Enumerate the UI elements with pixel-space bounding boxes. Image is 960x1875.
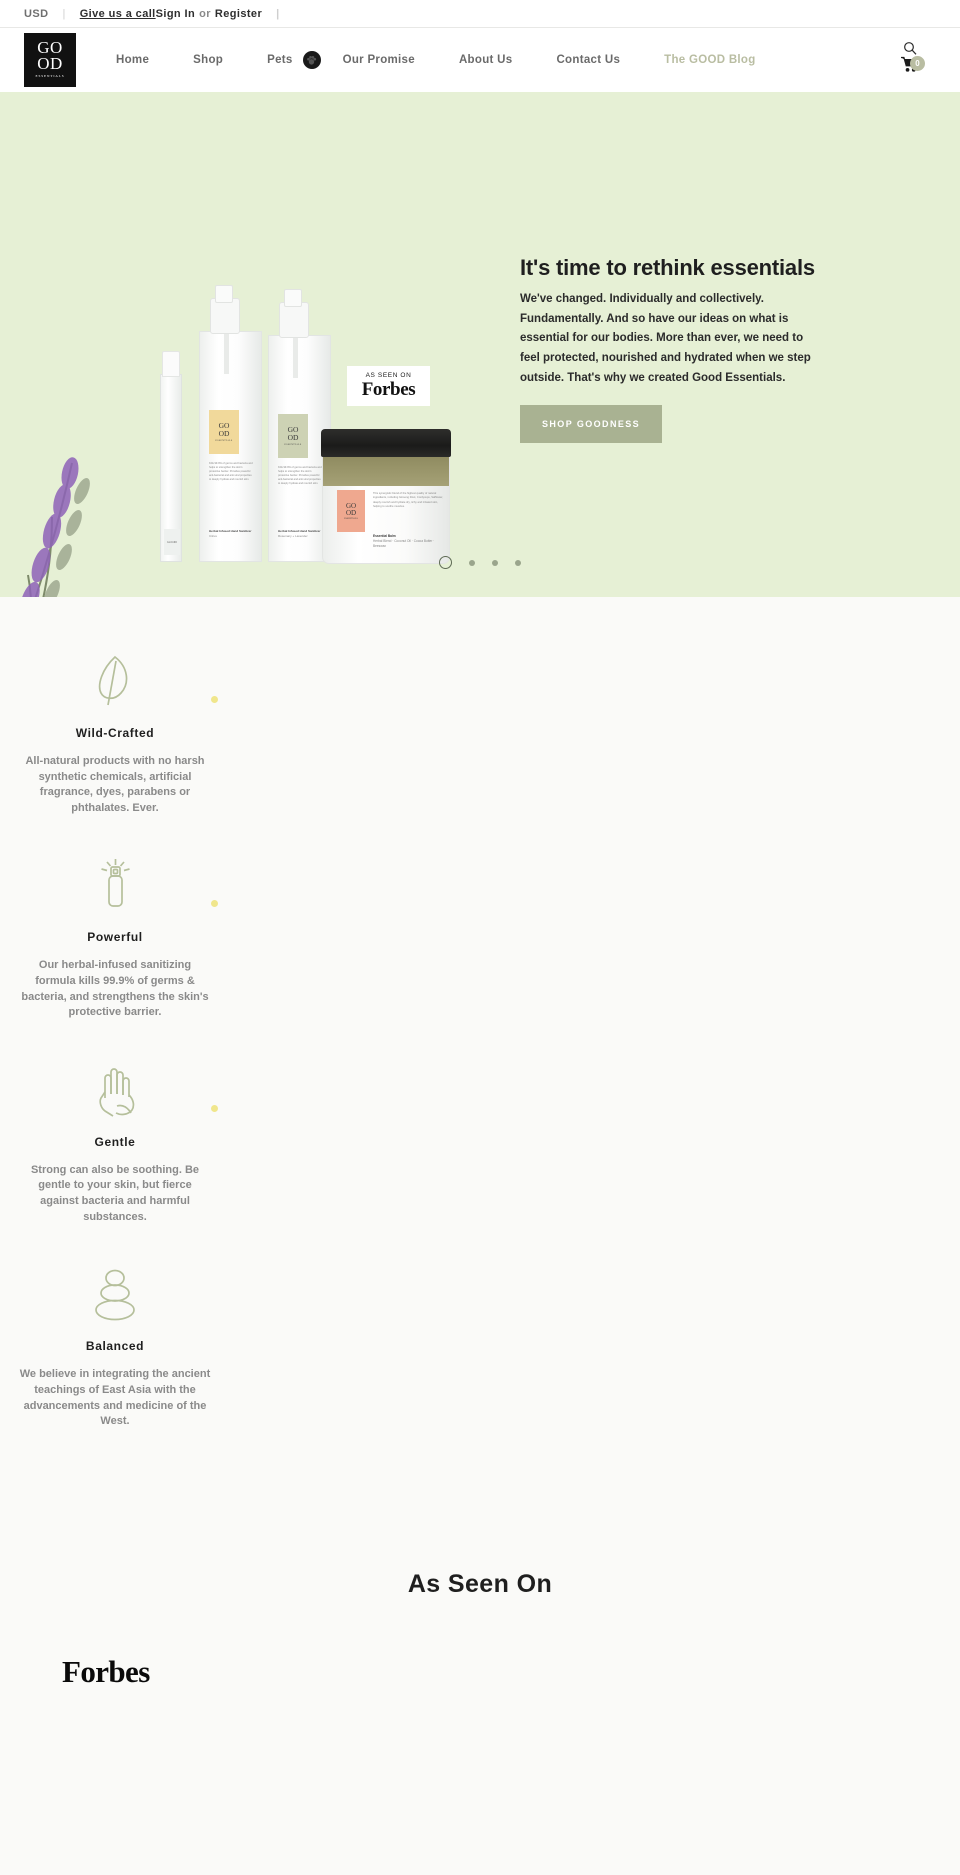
- hero-banner: GO OD GO OD ESSENTIALS Kills 99.9% of ge…: [0, 92, 960, 597]
- citrus-brand-bottom: OD: [218, 429, 230, 438]
- balm-variant: Herbal Blend · Coconut Oil · Cocoa Butte…: [373, 539, 435, 548]
- lavender-decoration: [20, 457, 90, 597]
- nav-item-contact-us[interactable]: Contact Us: [534, 54, 642, 66]
- site-logo[interactable]: GO OD ESSENTIALS: [24, 33, 76, 87]
- accent-dot: [211, 1104, 218, 1112]
- hand-leaf-icon: [0, 1061, 230, 1119]
- balm-brand-bottom: OD: [345, 509, 357, 517]
- rosemary-foot: Herbal Infused Hand Sanitizer Rosemary +…: [278, 529, 324, 539]
- hero-title: It's time to rethink essentials: [520, 255, 815, 281]
- feature-text: Our herbal-infused sanitizing formula ki…: [21, 959, 209, 1019]
- shop-goodness-button[interactable]: SHOP GOODNESS: [520, 404, 663, 443]
- balm-foot: Essential Balm Herbal Blend · Coconut Oi…: [373, 534, 445, 549]
- balm-contents: [323, 456, 449, 486]
- balm-product-name: Essential Balm: [373, 534, 396, 538]
- paw-icon[interactable]: [302, 51, 321, 69]
- spray-head: [210, 285, 240, 334]
- pen-brand-label: GO OD: [164, 529, 180, 555]
- feature-title: Powerful: [87, 930, 143, 945]
- as-seen-on-title: As Seen On: [407, 1569, 553, 1598]
- main-navigation: Home Shop Pets Our Promise About Us Cont…: [94, 51, 896, 69]
- header-actions: 0: [896, 38, 936, 82]
- leaf-icon: [0, 652, 230, 710]
- citrus-brand-swatch: GO OD ESSENTIALS: [209, 410, 239, 454]
- rosemary-variant: Rosemary + Lavender: [278, 534, 308, 538]
- feature-wild-crafted: Wild-Crafted All-natural products with n…: [0, 652, 230, 816]
- forbes-logo: Forbes: [62, 1653, 150, 1689]
- carousel-dot-1[interactable]: [439, 556, 452, 569]
- feature-gentle: Gentle Strong can also be soothing. Be g…: [0, 1061, 230, 1225]
- accent-dot: [211, 696, 218, 703]
- currency-selector[interactable]: USD: [24, 8, 48, 20]
- cart-count-badge[interactable]: 0: [910, 56, 925, 71]
- citrus-brand-sub: ESSENTIALS: [215, 439, 233, 442]
- nav-item-about-us[interactable]: About Us: [437, 54, 535, 66]
- product-essential-balm: GO OD ESSENTIALS This synergistic blend …: [321, 429, 451, 564]
- balm-body-copy: This synergistic blend of the highest qu…: [373, 492, 444, 509]
- site-header: GO OD ESSENTIALS Home Shop Pets Our Prom…: [0, 28, 960, 92]
- forbes-tag-eyebrow: AS SEEN ON: [365, 372, 412, 379]
- pen-cap: [162, 351, 180, 377]
- nav-item-our-promise[interactable]: Our Promise: [321, 54, 437, 66]
- utility-divider-1: |: [62, 7, 66, 20]
- hero-product-image: GO OD GO OD ESSENTIALS Kills 99.9% of ge…: [0, 92, 520, 597]
- give-us-a-call-link[interactable]: Give us a call: [80, 8, 156, 20]
- feature-text: Strong can also be soothing. Be gentle t…: [30, 1163, 200, 1223]
- feature-powerful: Powerful Our herbal-infused sanitizing f…: [0, 856, 230, 1020]
- citrus-variant: Citrus: [209, 534, 217, 538]
- balm-brand-sub: ESSENTIALS: [344, 517, 358, 520]
- feature-title: Balanced: [85, 1339, 145, 1354]
- feature-text: We believe in integrating the ancient te…: [19, 1368, 211, 1428]
- rosemary-product-name: Herbal Infused Hand Sanitizer: [278, 529, 321, 533]
- logo-line-3: ESSENTIALS: [35, 74, 65, 78]
- rosemary-brand-bottom: OD: [287, 433, 299, 442]
- utility-divider-2: |: [276, 7, 280, 20]
- carousel-dots: [0, 556, 960, 569]
- carousel-dot-3[interactable]: [492, 559, 498, 566]
- logo-line-2: OD: [37, 54, 63, 73]
- spray-head: [279, 289, 309, 338]
- as-seen-on-section: As Seen On Forbes: [0, 1509, 960, 1690]
- hero-copy: It's time to rethink essentials We've ch…: [520, 246, 820, 443]
- feature-title: Wild-Crafted: [75, 726, 155, 740]
- citrus-foot: Herbal Infused Hand Sanitizer Citrus: [209, 529, 255, 539]
- rosemary-body-copy: Kills 99.9% of germs and bacteria and he…: [278, 466, 322, 485]
- carousel-dot-2[interactable]: [469, 559, 475, 566]
- feature-title: Gentle: [94, 1134, 136, 1149]
- forbes-tag-brand: Forbes: [361, 379, 416, 400]
- citrus-product-name: Herbal Infused Hand Sanitizer: [209, 529, 252, 533]
- citrus-body-copy: Kills 99.9% of germs and bacteria and he…: [209, 462, 253, 481]
- feature-balanced: Balanced We believe in integrating the a…: [0, 1265, 230, 1429]
- utility-bar: USD | Give us a call Sign In or Register…: [0, 0, 960, 28]
- rosemary-brand-sub: ESSENTIALS: [284, 443, 302, 446]
- balm-lid: [321, 429, 451, 457]
- carousel-dot-4[interactable]: [515, 559, 521, 566]
- nav-item-the-good-blog[interactable]: The GOOD Blog: [642, 54, 777, 66]
- product-pen-sanitizer: GO OD: [160, 351, 182, 562]
- utility-or-text: or: [199, 7, 211, 20]
- stacked-stones-icon: [0, 1265, 230, 1323]
- spray-bottle-icon: [0, 856, 230, 914]
- rosemary-brand-swatch: GO OD ESSENTIALS: [278, 414, 308, 458]
- feature-text: All-natural products with no harsh synth…: [25, 755, 205, 814]
- nav-item-shop[interactable]: Shop: [171, 54, 245, 66]
- product-spray-citrus: GO OD ESSENTIALS Kills 99.9% of germs an…: [199, 285, 262, 562]
- features-section: Wild-Crafted All-natural products with n…: [0, 597, 960, 1510]
- register-link[interactable]: Register: [215, 8, 262, 20]
- hero-body-text: We've changed. Individually and collecti…: [520, 292, 811, 384]
- nav-item-home[interactable]: Home: [94, 54, 171, 66]
- as-seen-on-logos: Forbes: [0, 1599, 960, 1690]
- as-seen-on-forbes-tag: AS SEEN ON Forbes: [347, 366, 430, 406]
- balm-brand-swatch: GO OD ESSENTIALS: [337, 490, 365, 532]
- sign-in-link[interactable]: Sign In: [156, 8, 195, 20]
